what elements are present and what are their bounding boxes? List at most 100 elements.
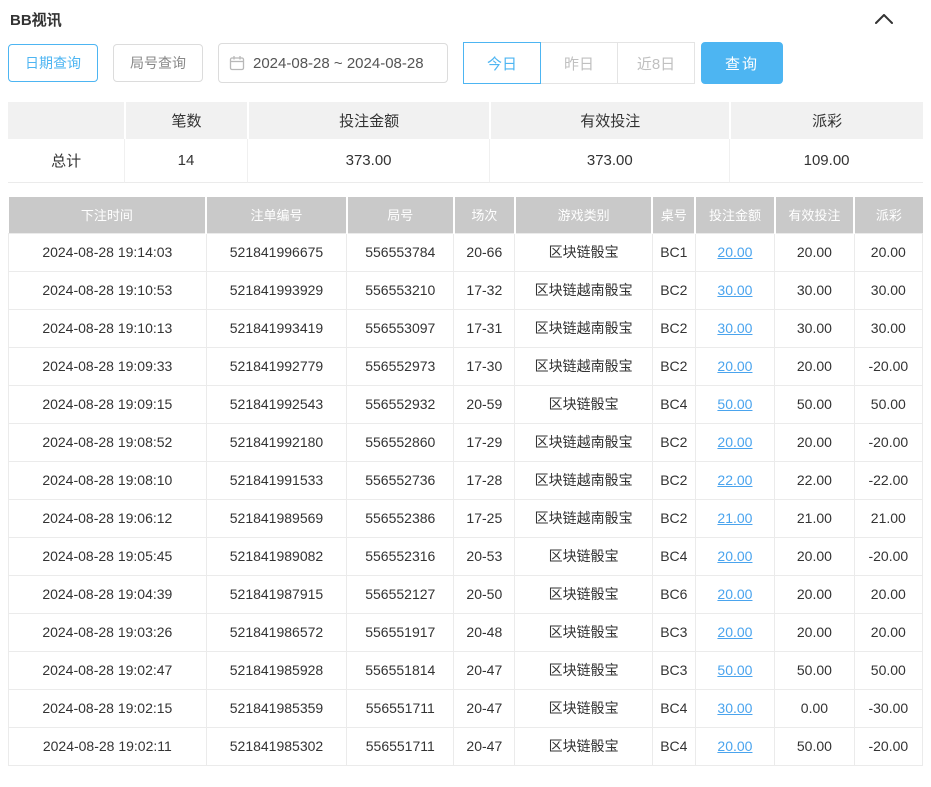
cell-payout: 50.00 [854,651,922,689]
cell-round-number: 556551711 [347,689,454,727]
cell-game-type: 区块链骰宝 [515,689,653,727]
panel-header: BB视讯 [8,0,923,34]
cell-round-number: 556552316 [347,537,454,575]
cell-bet-time: 2024-08-28 19:10:13 [9,309,207,347]
cell-valid-bet: 50.00 [775,727,854,765]
cell-game-type: 区块链骰宝 [515,233,653,271]
table-row: 2024-08-28 19:08:52 521841992180 5565528… [9,423,923,461]
cell-order-number: 521841991533 [206,461,347,499]
bet-amount-link[interactable]: 30.00 [717,282,752,298]
cell-session: 20-47 [454,651,515,689]
bet-amount-link[interactable]: 20.00 [717,586,752,602]
date-range-input[interactable]: 2024-08-28 ~ 2024-08-28 [218,43,448,83]
bet-amount-link[interactable]: 20.00 [717,434,752,450]
cell-bet-amount: 30.00 [695,689,774,727]
cell-order-number: 521841992543 [206,385,347,423]
cell-bet-amount: 20.00 [695,347,774,385]
cell-bet-time: 2024-08-28 19:05:45 [9,537,207,575]
cell-session: 17-29 [454,423,515,461]
summary-header-count: 笔数 [124,102,246,139]
cell-order-number: 521841992180 [206,423,347,461]
cell-bet-amount: 20.00 [695,727,774,765]
date-query-tab[interactable]: 日期查询 [8,44,98,82]
cell-bet-time: 2024-08-28 19:08:52 [9,423,207,461]
cell-round-number: 556553097 [347,309,454,347]
cell-payout: 30.00 [854,271,922,309]
bet-amount-link[interactable]: 30.00 [717,320,752,336]
cell-session: 20-47 [454,689,515,727]
round-query-tab[interactable]: 局号查询 [113,44,203,82]
quick-yesterday-button[interactable]: 昨日 [540,42,618,84]
cell-order-number: 521841985302 [206,727,347,765]
cell-table-number: BC3 [652,651,695,689]
summary-header-empty [8,102,124,139]
page-title: BB视讯 [10,9,62,30]
bet-amount-link[interactable]: 50.00 [717,396,752,412]
cell-bet-amount: 22.00 [695,461,774,499]
cell-payout: -20.00 [854,347,922,385]
cell-table-number: BC2 [652,309,695,347]
summary-table: 笔数 投注金额 有效投注 派彩 总计 14 373.00 373.00 109.… [8,102,923,183]
table-row: 2024-08-28 19:02:11 521841985302 5565517… [9,727,923,765]
cell-session: 17-31 [454,309,515,347]
cell-bet-amount: 20.00 [695,537,774,575]
bet-amount-link[interactable]: 50.00 [717,662,752,678]
cell-bet-amount: 20.00 [695,613,774,651]
cell-order-number: 521841992779 [206,347,347,385]
cell-round-number: 556552386 [347,499,454,537]
cell-session: 17-25 [454,499,515,537]
header-round-number: 局号 [347,197,454,233]
header-order-number: 注单编号 [206,197,347,233]
collapse-chevron-up-icon[interactable] [875,14,893,24]
cell-payout: 20.00 [854,233,922,271]
cell-valid-bet: 20.00 [775,233,854,271]
table-row: 2024-08-28 19:09:33 521841992779 5565529… [9,347,923,385]
calendar-icon [229,55,245,71]
cell-order-number: 521841989569 [206,499,347,537]
table-row: 2024-08-28 19:14:03 521841996675 5565537… [9,233,923,271]
cell-order-number: 521841993929 [206,271,347,309]
cell-payout: -20.00 [854,727,922,765]
bet-amount-link[interactable]: 21.00 [717,510,752,526]
table-row: 2024-08-28 19:04:39 521841987915 5565521… [9,575,923,613]
cell-bet-time: 2024-08-28 19:08:10 [9,461,207,499]
bet-amount-link[interactable]: 20.00 [717,738,752,754]
summary-header-bet-amount: 投注金额 [247,102,490,139]
cell-payout: -22.00 [854,461,922,499]
cell-valid-bet: 50.00 [775,651,854,689]
bet-amount-link[interactable]: 20.00 [717,244,752,260]
cell-table-number: BC2 [652,271,695,309]
bet-amount-link[interactable]: 22.00 [717,472,752,488]
header-bet-time: 下注时间 [9,197,207,233]
quick-today-button[interactable]: 今日 [463,42,541,84]
cell-round-number: 556551917 [347,613,454,651]
table-row: 2024-08-28 19:02:15 521841985359 5565517… [9,689,923,727]
cell-table-number: BC1 [652,233,695,271]
quick-last8days-button[interactable]: 近8日 [617,42,695,84]
cell-bet-time: 2024-08-28 19:04:39 [9,575,207,613]
cell-session: 20-47 [454,727,515,765]
cell-table-number: BC4 [652,727,695,765]
cell-valid-bet: 21.00 [775,499,854,537]
bet-amount-link[interactable]: 20.00 [717,624,752,640]
cell-payout: -20.00 [854,537,922,575]
bet-amount-link[interactable]: 20.00 [717,548,752,564]
cell-valid-bet: 20.00 [775,613,854,651]
bet-amount-link[interactable]: 30.00 [717,700,752,716]
summary-header-valid-bet: 有效投注 [489,102,729,139]
bet-amount-link[interactable]: 20.00 [717,358,752,374]
cell-game-type: 区块链越南骰宝 [515,461,653,499]
summary-header-row: 笔数 投注金额 有效投注 派彩 [8,102,923,139]
summary-header-payout: 派彩 [729,102,923,139]
cell-round-number: 556551711 [347,727,454,765]
cell-bet-amount: 21.00 [695,499,774,537]
cell-session: 17-28 [454,461,515,499]
cell-game-type: 区块链越南骰宝 [515,271,653,309]
cell-round-number: 556552127 [347,575,454,613]
search-button[interactable]: 查询 [701,42,783,84]
cell-game-type: 区块链骰宝 [515,613,653,651]
cell-table-number: BC4 [652,689,695,727]
header-session: 场次 [454,197,515,233]
cell-session: 20-53 [454,537,515,575]
records-tbody: 2024-08-28 19:14:03 521841996675 5565537… [9,233,923,765]
